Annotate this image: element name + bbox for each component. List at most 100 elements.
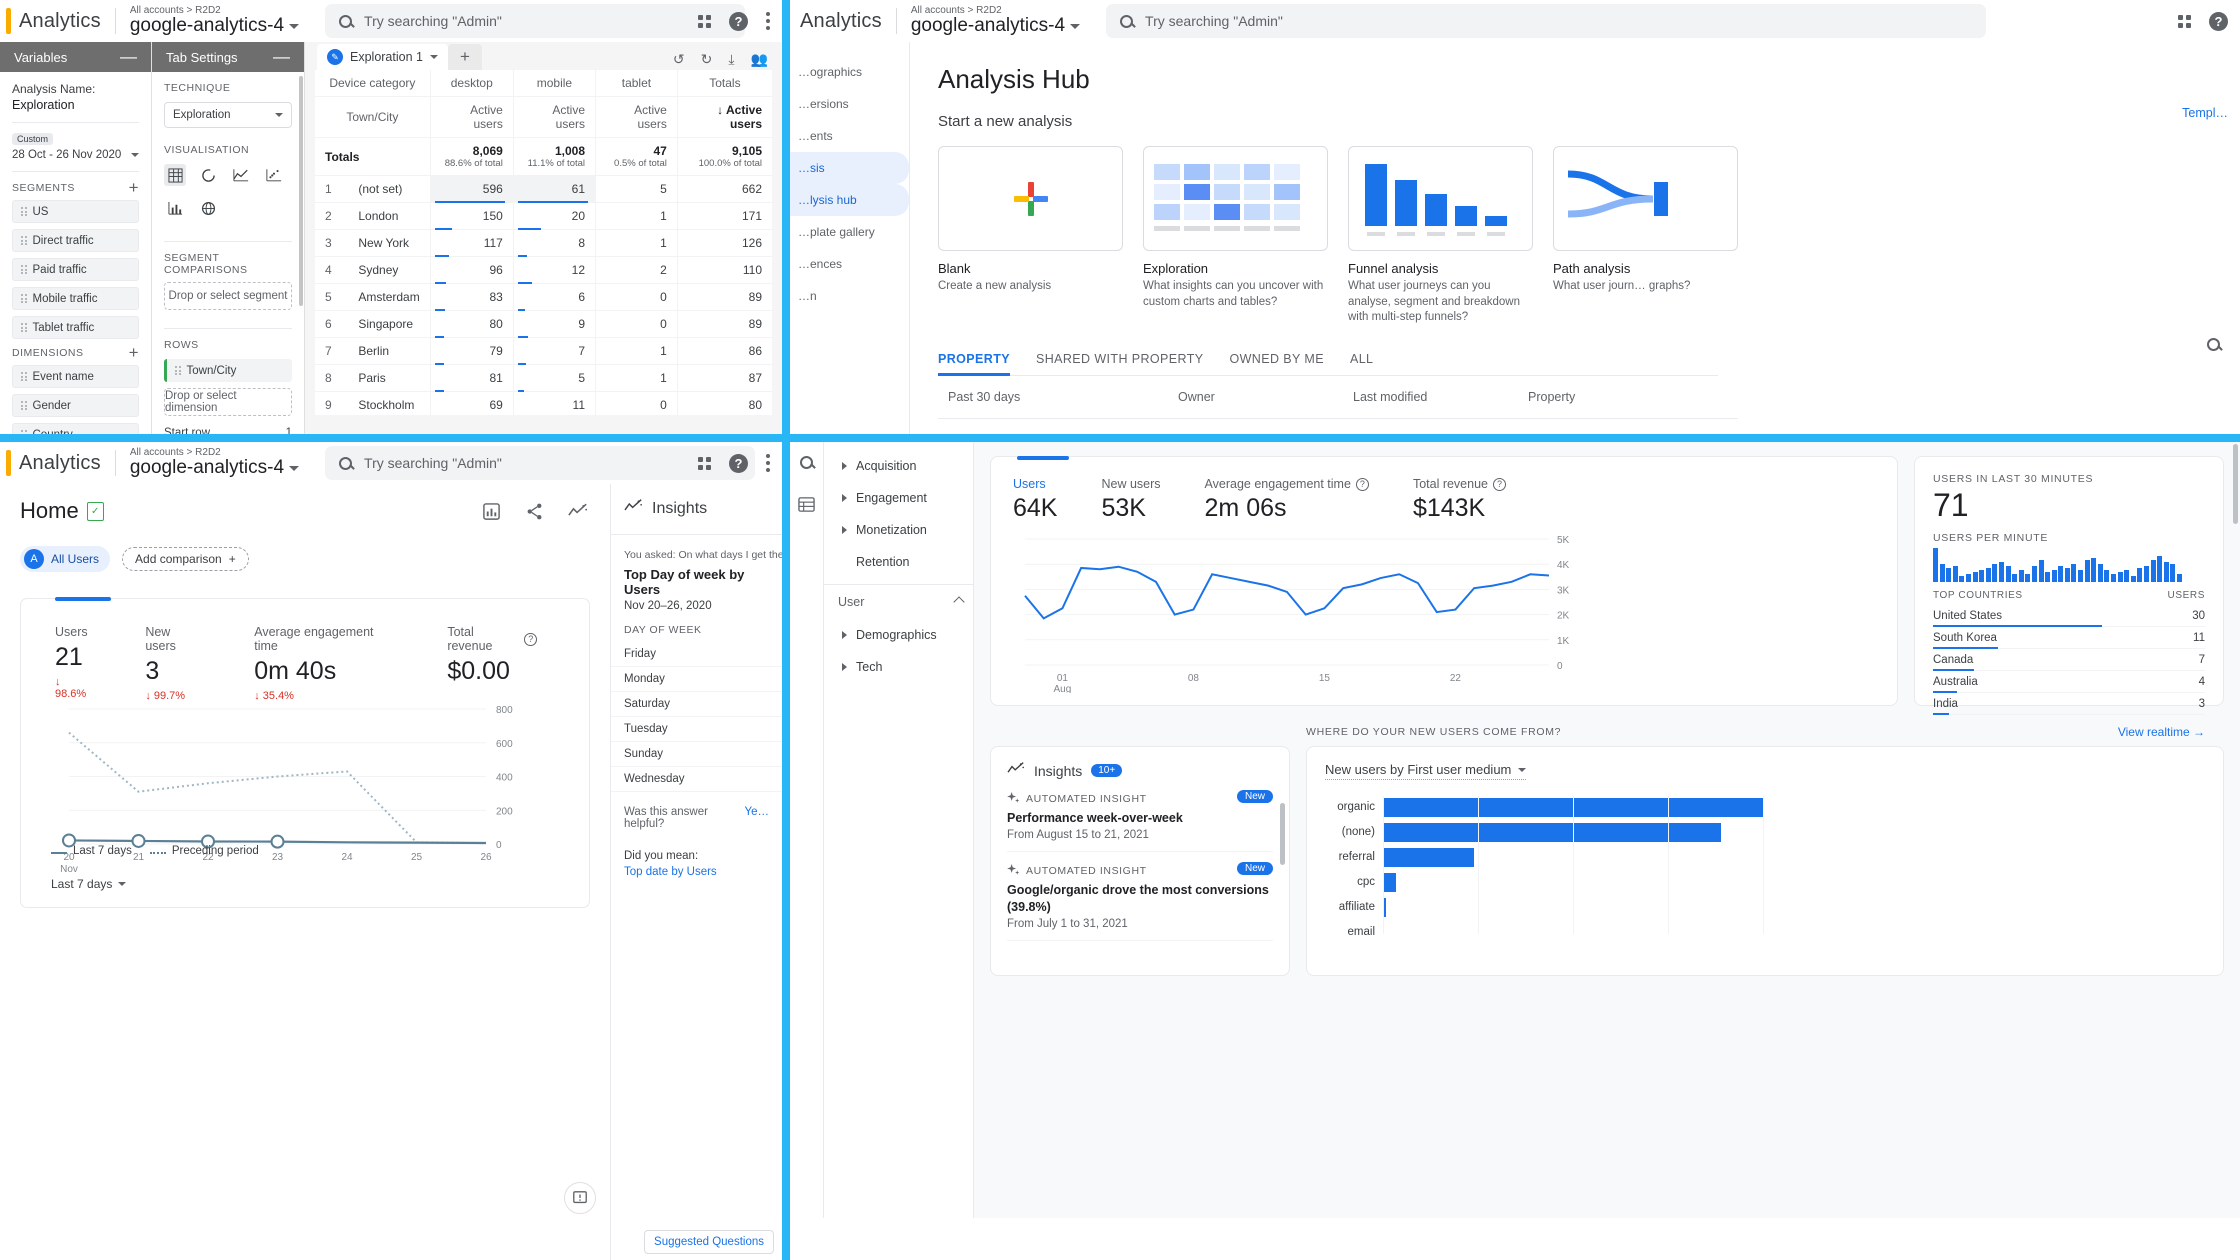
drag-handle-icon[interactable] xyxy=(21,323,27,332)
bar-row[interactable]: email xyxy=(1325,921,2205,943)
card-funnel-analysis[interactable]: Funnel analysis What user journeys can y… xyxy=(1348,146,1533,326)
table-row[interactable]: 7 Berlin 79 7 1 86 xyxy=(315,337,772,365)
view-realtime-link[interactable]: View realtime → xyxy=(1933,725,2205,739)
edit-report-icon[interactable] xyxy=(482,502,501,526)
date-range-dropdown[interactable]: Last 7 days xyxy=(51,877,127,891)
insights-scrollbar[interactable] xyxy=(1280,803,1285,865)
country-row[interactable]: Canada 7 xyxy=(1933,649,2205,671)
bar-row[interactable]: cpc xyxy=(1325,871,2205,893)
help-icon[interactable]: ? xyxy=(1355,477,1369,491)
suggestion-link[interactable]: Top date by Users xyxy=(611,864,782,880)
chevron-down-icon[interactable] xyxy=(429,55,438,59)
reports-rail-icon[interactable] xyxy=(798,496,815,518)
drag-handle-icon[interactable] xyxy=(175,366,181,375)
table-row[interactable]: 6 Singapore 80 9 0 89 xyxy=(315,310,772,338)
bar-chart-title[interactable]: New users by First user medium xyxy=(1325,762,1527,780)
segment-chip[interactable]: Paid traffic xyxy=(12,258,139,281)
table-row[interactable]: 8 Paris 81 5 1 87 xyxy=(315,364,772,392)
help-icon[interactable]: ? xyxy=(1493,477,1506,491)
download-icon[interactable]: ⤓ xyxy=(728,51,734,68)
redo-icon[interactable]: ↻ xyxy=(701,51,713,68)
country-row[interactable]: India 3 xyxy=(1933,693,2205,715)
drag-handle-icon[interactable] xyxy=(21,401,27,410)
table-row[interactable]: 2 London 150 20 1 171 xyxy=(315,202,772,230)
help-icon[interactable]: ? xyxy=(729,11,748,31)
help-icon[interactable]: ? xyxy=(2209,11,2228,31)
hub-nav-item[interactable]: …plate gallery xyxy=(790,216,909,248)
report-nav-monetization[interactable]: Monetization xyxy=(824,514,973,546)
template-gallery-link[interactable]: Templ… xyxy=(2182,106,2228,120)
drag-handle-icon[interactable] xyxy=(21,236,27,245)
account-selector[interactable]: All accounts > R2D2 google-analytics-4 xyxy=(911,5,1081,37)
card-exploration[interactable]: Exploration What insights can you uncove… xyxy=(1143,146,1328,326)
card-path-analysis[interactable]: Path analysis What user journ… graphs? xyxy=(1553,146,1738,326)
table-row[interactable]: 9 Stockholm 69 11 0 80 xyxy=(315,391,772,415)
insight-day-row[interactable]: Sunday xyxy=(611,742,782,767)
bar-row[interactable]: referral xyxy=(1325,846,2205,868)
kpi-label[interactable]: Users xyxy=(1013,477,1057,491)
start-row-field[interactable]: Start row 1 xyxy=(164,427,292,434)
country-row[interactable]: South Korea 11 xyxy=(1933,627,2205,649)
add-tab-button[interactable]: + xyxy=(447,44,482,70)
undo-icon[interactable]: ↺ xyxy=(673,51,685,68)
table-row[interactable]: 3 New York 117 8 1 126 xyxy=(315,229,772,257)
hub-nav-item[interactable]: …n xyxy=(790,280,909,312)
rows-drop-zone[interactable]: Drop or select dimension xyxy=(164,388,292,416)
metric-header[interactable]: ↓ Active users xyxy=(676,96,772,138)
bar-row[interactable]: affiliate xyxy=(1325,896,2205,918)
audience-chip-all-users[interactable]: A All Users xyxy=(20,546,111,572)
hub-tab[interactable]: SHARED WITH PROPERTY xyxy=(1036,352,1204,366)
apps-grid-icon[interactable] xyxy=(698,456,711,470)
table-icon[interactable] xyxy=(164,164,186,186)
line-chart-icon[interactable] xyxy=(230,164,252,186)
search-rail-icon[interactable] xyxy=(800,456,813,474)
account-selector[interactable]: All accounts > R2D2 google-analytics-4 xyxy=(130,5,300,37)
segment-chip[interactable]: Tablet traffic xyxy=(12,316,139,339)
segment-drop-zone[interactable]: Drop or select segment xyxy=(164,282,292,310)
apps-grid-icon[interactable] xyxy=(2178,14,2191,28)
help-icon[interactable]: ? xyxy=(524,632,537,646)
report-nav-retention[interactable]: Retention xyxy=(824,546,973,578)
dimension-chip[interactable]: Event name xyxy=(12,365,139,388)
hub-nav-item[interactable]: …ents xyxy=(790,120,909,152)
drag-handle-icon[interactable] xyxy=(21,372,27,381)
insight-day-row[interactable]: Monday xyxy=(611,667,782,692)
hub-nav-item[interactable]: …lysis hub xyxy=(790,184,909,216)
report-nav-group-user[interactable]: User xyxy=(824,584,973,619)
bar-chart-icon[interactable] xyxy=(164,197,186,219)
hub-nav-item[interactable]: …sis xyxy=(790,152,909,184)
search-input[interactable]: Try searching "Admin" xyxy=(325,4,746,38)
table-row[interactable]: User explorer Demo Account 14 Nov 2020 g… xyxy=(938,417,1738,434)
panel-scrollbar[interactable] xyxy=(299,76,303,306)
tab-exploration-1[interactable]: ✎ Exploration 1 xyxy=(317,44,448,70)
hub-tab[interactable]: ALL xyxy=(1350,352,1373,366)
card-blank[interactable]: Blank Create a new analysis xyxy=(938,146,1123,326)
segment-chip[interactable]: Mobile traffic xyxy=(12,287,139,310)
country-row[interactable]: Australia 4 xyxy=(1933,671,2205,693)
technique-select[interactable]: Exploration xyxy=(164,102,292,128)
globe-icon[interactable] xyxy=(197,197,219,219)
drag-handle-icon[interactable] xyxy=(21,207,27,216)
account-selector[interactable]: All accounts > R2D2 google-analytics-4 xyxy=(130,447,300,479)
hub-search-icon[interactable] xyxy=(2207,338,2220,356)
add-dimension-icon[interactable]: + xyxy=(129,344,139,361)
report-nav-tech[interactable]: Tech xyxy=(824,651,973,683)
help-icon[interactable]: ? xyxy=(729,453,748,473)
insight-day-row[interactable]: Saturday xyxy=(611,692,782,717)
helpful-yes-link[interactable]: Ye… xyxy=(744,806,769,830)
suggested-questions-button[interactable]: Suggested Questions xyxy=(644,1230,774,1254)
bar-row[interactable]: organic xyxy=(1325,796,2205,818)
country-row[interactable]: United States 30 xyxy=(1933,605,2205,627)
report-nav-engagement[interactable]: Engagement xyxy=(824,482,973,514)
analysis-name-value[interactable]: Exploration xyxy=(12,98,139,112)
rows-chip-town-city[interactable]: Town/City xyxy=(164,359,292,382)
dimension-chip[interactable]: Gender xyxy=(12,394,139,417)
insight-day-row[interactable]: Tuesday xyxy=(611,717,782,742)
table-row[interactable]: 5 Amsterdam 83 6 0 89 xyxy=(315,283,772,311)
insights-icon[interactable] xyxy=(568,502,588,526)
search-input[interactable]: Try searching "Admin" xyxy=(1106,4,1987,38)
more-options-icon[interactable] xyxy=(766,12,770,30)
drag-handle-icon[interactable] xyxy=(21,294,27,303)
report-nav-demographics[interactable]: Demographics xyxy=(824,619,973,651)
insight-day-row[interactable]: Wednesday xyxy=(611,767,782,792)
